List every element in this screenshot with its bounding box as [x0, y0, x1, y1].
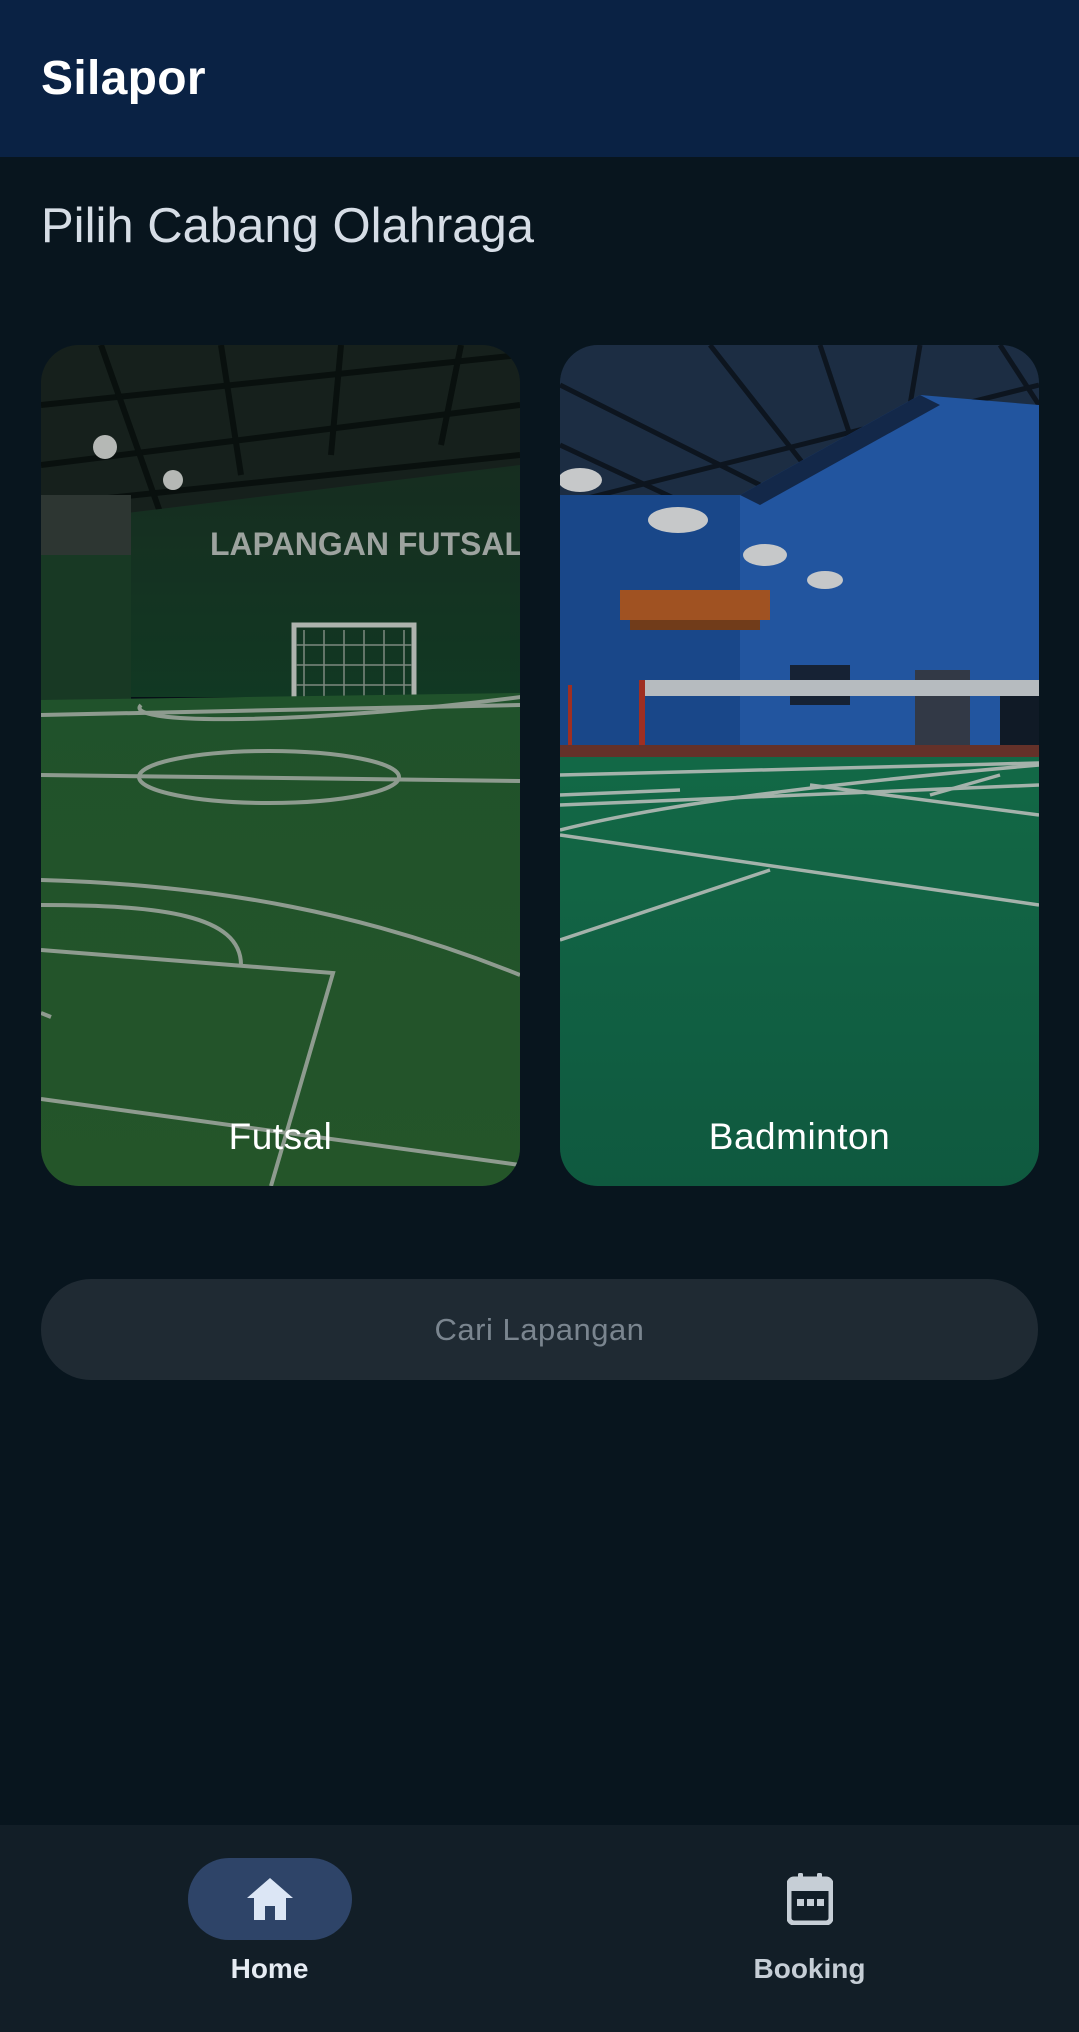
search-field-button[interactable]: Cari Lapangan — [41, 1279, 1038, 1380]
bottom-navigation: Home Booking — [0, 1825, 1079, 2032]
app-bar: Silapor — [0, 0, 1079, 157]
nav-home-indicator — [187, 1858, 352, 1940]
nav-label-home: Home — [230, 1953, 309, 1984]
sport-label-futsal: Futsal — [228, 1116, 333, 1157]
app-title: Silapor — [41, 52, 206, 105]
sport-card-badminton[interactable]: Badminton — [560, 345, 1039, 1186]
nav-item-home[interactable]: Home — [0, 1825, 539, 2032]
nav-item-booking[interactable]: Booking — [540, 1825, 1079, 2032]
sport-label-badminton: Badminton — [708, 1116, 891, 1157]
home-icon — [246, 1878, 293, 1920]
badminton-court-photo — [560, 345, 1039, 1186]
calendar-icon — [786, 1873, 833, 1925]
section-title: Pilih Cabang Olahraga — [41, 199, 535, 253]
nav-label-booking: Booking — [753, 1953, 866, 1984]
futsal-court-photo: LAPANGAN FUTSAL — [41, 345, 520, 1186]
sport-card-futsal[interactable]: LAPANGAN FUTSAL Futsal — [41, 345, 520, 1186]
nav-booking-indicator — [728, 1858, 892, 1940]
